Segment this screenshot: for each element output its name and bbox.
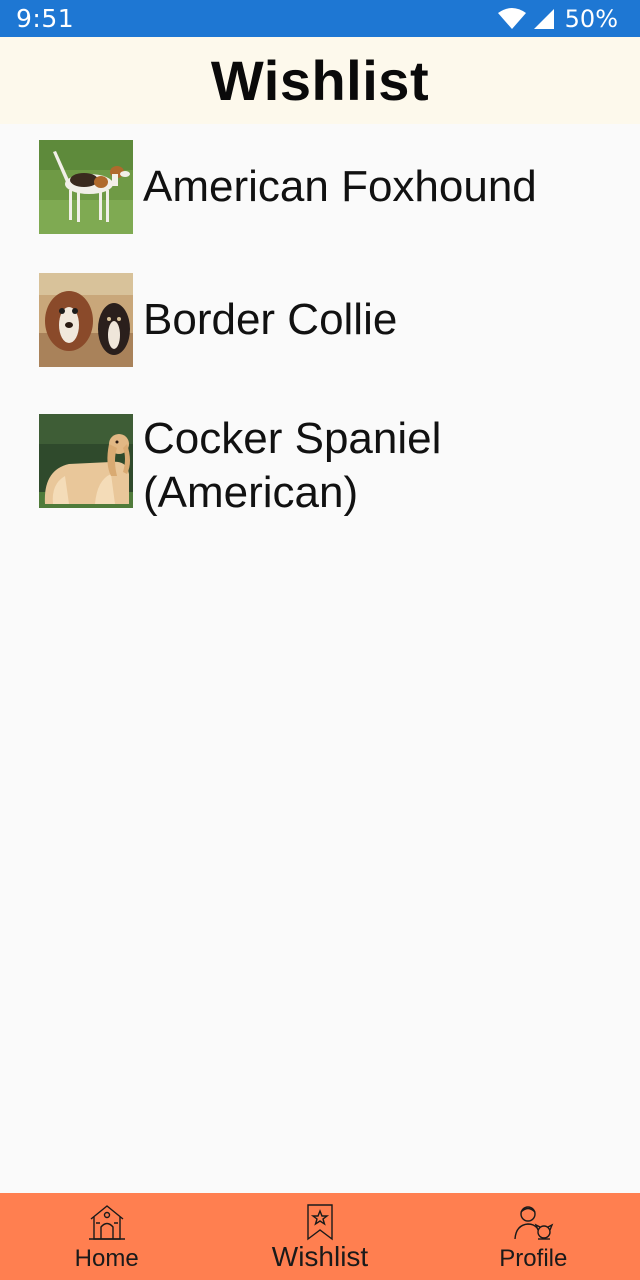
wishlist-item-cocker-spaniel[interactable]: Cocker Spaniel (American) — [39, 414, 619, 520]
breed-name-line-2: (American) — [143, 468, 359, 517]
breed-name: American Foxhound — [143, 162, 537, 211]
bottom-nav: Home Wishlist Profile — [0, 1193, 640, 1280]
breed-name: Cocker Spaniel (American) — [143, 412, 441, 520]
status-bar: 9:51 50% — [0, 0, 640, 37]
nav-wishlist[interactable]: Wishlist — [213, 1193, 426, 1280]
status-icons: 50% — [497, 5, 618, 33]
wishlist-item-american-foxhound[interactable]: American Foxhound — [39, 140, 619, 234]
doghouse-icon — [87, 1203, 127, 1243]
nav-wishlist-label: Wishlist — [271, 1241, 369, 1272]
signal-icon — [533, 8, 555, 30]
app-header: Wishlist — [0, 37, 640, 124]
nav-profile[interactable]: Profile — [427, 1193, 640, 1280]
wishlist-item-border-collie[interactable]: Border Collie — [39, 273, 619, 367]
nav-home[interactable]: Home — [0, 1193, 213, 1280]
battery-level: 50% — [564, 4, 618, 33]
breed-name: Border Collie — [143, 295, 398, 344]
person-with-dog-icon — [512, 1203, 554, 1243]
cocker-spaniel-photo — [39, 414, 133, 508]
border-collie-photo — [39, 273, 133, 367]
nav-profile-label: Profile — [499, 1245, 568, 1272]
breed-name-line-1: Cocker Spaniel — [143, 414, 442, 463]
wifi-icon — [497, 7, 527, 30]
status-time: 9:51 — [16, 4, 75, 33]
american-foxhound-photo — [39, 140, 133, 234]
nav-home-label: Home — [74, 1245, 139, 1272]
bookmark-star-icon — [305, 1203, 335, 1241]
page-title: Wishlist — [210, 49, 430, 112]
